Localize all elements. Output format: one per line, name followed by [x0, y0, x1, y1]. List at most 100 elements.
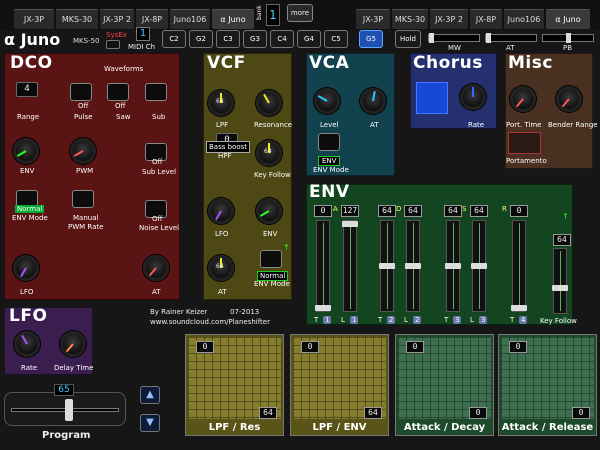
vcf-title: VCF — [207, 53, 246, 73]
tab-mks30[interactable]: MKS-30 — [56, 9, 98, 29]
arrow-up-icon: ▲ — [146, 389, 154, 400]
vcf-env-mode-button[interactable] — [260, 250, 282, 268]
dco-env-knob[interactable] — [13, 138, 39, 164]
env-fader-type-label: L — [341, 316, 345, 324]
bank-value-display[interactable]: 1 — [266, 4, 280, 26]
note-c4-button[interactable]: C4 — [270, 30, 294, 48]
tab-jx3p2[interactable]: JX-3P 2 — [100, 9, 134, 29]
sysex-button[interactable] — [106, 40, 120, 49]
tab-jx8p[interactable]: JX-8P — [136, 9, 168, 29]
vcf-lfo-knob[interactable] — [208, 198, 234, 224]
dco-sub-level-label: Sub Level — [142, 168, 177, 176]
hold-button[interactable]: Hold — [395, 30, 421, 48]
vca-at-label: AT — [370, 121, 379, 129]
env-fader-value: 64 — [444, 205, 462, 217]
dco-saw-button[interactable] — [107, 83, 129, 101]
vcf-hpf-label: HPF — [218, 152, 232, 160]
vcf-env-knob[interactable] — [256, 198, 282, 224]
vcf-lfo-label: LFO — [215, 230, 229, 238]
note-g5-button[interactable]: G5 — [359, 30, 383, 48]
lfo-delay-time-knob[interactable] — [60, 331, 86, 357]
tab-jx3p[interactable]: JX-3P — [14, 9, 54, 29]
env-fader[interactable] — [445, 220, 461, 312]
env-fader[interactable] — [342, 220, 358, 312]
env-fader[interactable] — [315, 220, 331, 312]
dco-pulse-button[interactable] — [70, 83, 92, 101]
dco-lfo-label: LFO — [20, 288, 34, 296]
tab-jx8p-b[interactable]: JX-8P — [470, 9, 502, 29]
tab-juno106[interactable]: Juno106 — [170, 9, 210, 29]
lfo-delay-time-label: Delay Time — [54, 364, 94, 372]
dco-pwm-rate-button[interactable] — [72, 190, 94, 208]
dco-saw-value: Off — [115, 102, 126, 110]
tab-alpha-juno[interactable]: α Juno — [212, 9, 254, 29]
chorus-title: Chorus — [413, 53, 483, 73]
program-up-button[interactable]: ▲ — [140, 386, 160, 404]
vca-level-label: Level — [320, 121, 339, 129]
note-c3-button[interactable]: C3 — [216, 30, 240, 48]
env-stage-letter: S — [462, 205, 467, 213]
note-g3-button[interactable]: G3 — [243, 30, 267, 48]
dco-sub-button[interactable] — [145, 83, 167, 101]
lfo-title: LFO — [9, 306, 48, 326]
tab-jx3p-b[interactable]: JX-3P — [356, 9, 390, 29]
program-slider[interactable] — [4, 392, 126, 426]
dco-pwm-knob[interactable] — [70, 138, 96, 164]
vca-env-mode-value: ENV — [318, 156, 341, 166]
mw-slider[interactable] — [428, 33, 480, 43]
env-fader-value: 64 — [404, 205, 422, 217]
xy-pad-lpf-env[interactable]: 0 64 LPF / ENV — [290, 334, 389, 436]
env-fader[interactable] — [405, 220, 421, 312]
tab-mks30-b[interactable]: MKS-30 — [392, 9, 428, 29]
note-c2-button[interactable]: C2 — [162, 30, 186, 48]
env-fader-value: 64 — [378, 205, 396, 217]
env-fader[interactable] — [471, 220, 487, 312]
note-g4-button[interactable]: G4 — [297, 30, 321, 48]
misc-portamento-button[interactable] — [508, 132, 541, 154]
dco-lfo-knob[interactable] — [13, 255, 39, 281]
dco-env-mode-value: Normal — [15, 205, 45, 213]
pb-label: PB — [563, 44, 573, 52]
env-fader-type-label: T — [510, 316, 515, 324]
xy-pad-label: Attack / Decay — [403, 422, 486, 433]
vca-at-knob[interactable] — [360, 88, 386, 114]
env-fader[interactable] — [379, 220, 395, 312]
tab-jx3p2-b[interactable]: JX-3P 2 — [430, 9, 468, 29]
xy-pad-bottom-value: 64 — [364, 407, 382, 419]
misc-bender-range-knob[interactable] — [556, 86, 582, 112]
xy-pad-attack-release[interactable]: 0 0 Attack / Release — [498, 334, 597, 436]
program-down-button[interactable]: ▼ — [140, 414, 160, 432]
vca-level-knob[interactable] — [314, 88, 340, 114]
midi-ch-display[interactable]: 1 — [136, 27, 150, 41]
chorus-on-button[interactable] — [416, 82, 448, 114]
dco-at-knob[interactable] — [143, 255, 169, 281]
dco-waveforms-label: Waveforms — [104, 65, 144, 73]
lfo-rate-knob[interactable] — [14, 331, 40, 357]
xy-pad-bottom-value: 64 — [259, 407, 277, 419]
env-fader-index-label: 3 — [453, 316, 462, 324]
vcf-lpf-label: LPF — [216, 121, 229, 129]
xy-pad-lpf-res[interactable]: 0 64 LPF / Res — [185, 334, 284, 436]
dco-env-mode-label: ENV Mode — [12, 214, 48, 222]
env-fader[interactable] — [511, 220, 527, 312]
more-button[interactable]: more — [287, 4, 313, 22]
xy-pad-label: LPF / ENV — [312, 422, 367, 433]
env-fader-index-label: 3 — [479, 316, 488, 324]
env-fader-index-label: 2 — [413, 316, 422, 324]
vcf-resonance-knob[interactable] — [256, 90, 282, 116]
credits-url[interactable]: www.soundcloud.com/Planeshifter — [150, 318, 270, 326]
tab-juno106-b[interactable]: Juno106 — [504, 9, 544, 29]
note-g2-button[interactable]: G2 — [189, 30, 213, 48]
vcf-key-follow-label: Key Follow — [254, 171, 291, 179]
misc-port-time-knob[interactable] — [510, 86, 536, 112]
at-slider[interactable] — [485, 33, 537, 43]
chorus-rate-knob[interactable] — [460, 84, 486, 110]
note-c5-button[interactable]: C5 — [324, 30, 348, 48]
xy-pad-top-value: 0 — [196, 341, 214, 353]
env-fader-type-label: L — [404, 316, 408, 324]
vca-env-mode-button[interactable] — [318, 133, 340, 151]
pb-slider[interactable] — [542, 33, 594, 43]
xy-pad-attack-decay[interactable]: 0 0 Attack / Decay — [395, 334, 494, 436]
env-key-follow-fader[interactable] — [552, 248, 568, 314]
tab-alpha-juno-b[interactable]: α Juno — [546, 9, 590, 29]
